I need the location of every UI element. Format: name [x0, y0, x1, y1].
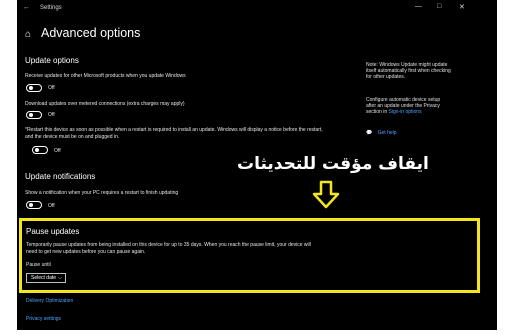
pause-updates-highlight — [19, 218, 480, 293]
close-button[interactable]: ✕ — [459, 3, 465, 11]
privacy-settings-link[interactable]: Privacy settings — [26, 316, 61, 322]
privacy-line: section in Sign-in options — [366, 109, 476, 115]
get-help-link[interactable]: Get help — [378, 130, 397, 136]
chat-icon: 💬 — [366, 130, 373, 136]
notifications-toggle[interactable] — [26, 201, 42, 209]
maximize-button[interactable]: □ — [437, 3, 441, 10]
toggle-knob — [29, 203, 33, 207]
receive-updates-toggle[interactable] — [26, 84, 42, 92]
toggle-knob — [35, 148, 39, 152]
title-bar: ← Settings — □ ✕ — [17, 0, 497, 16]
page-title: Advanced options — [41, 26, 141, 40]
note-line: for other updates. — [366, 74, 406, 81]
restart-state: Off — [54, 148, 61, 154]
delivery-optimization-link[interactable]: Delivery Optimization — [26, 298, 73, 304]
window-title: Settings — [40, 5, 62, 11]
toggle-knob — [29, 86, 33, 90]
restart-toggle[interactable] — [32, 146, 48, 154]
notifications-state: Off — [48, 203, 55, 209]
update-notifications-title: Update notifications — [25, 172, 96, 181]
minimize-button[interactable]: — — [415, 3, 422, 10]
get-help-row[interactable]: 💬 Get help — [366, 130, 476, 136]
metered-text: Download updates over metered connection… — [25, 101, 185, 107]
down-arrow-icon — [312, 180, 340, 209]
back-arrow-icon[interactable]: ← — [23, 4, 30, 11]
page-header: ⌂ Advanced options — [25, 26, 140, 40]
sidebar-privacy-note: Configure automatic device setup after a… — [366, 97, 476, 116]
sign-in-options-link[interactable]: Sign-in options — [389, 109, 422, 115]
notifications-text: Show a notification when your PC require… — [25, 190, 179, 196]
update-options-title: Update options — [25, 56, 79, 65]
arabic-annotation: ايقاف مؤقت للتحديثات — [237, 154, 429, 174]
home-icon[interactable]: ⌂ — [25, 29, 35, 40]
metered-toggle[interactable] — [26, 111, 42, 119]
receive-updates-state: Off — [48, 85, 55, 91]
sidebar-note: Note: Windows Update might update itself… — [366, 62, 476, 81]
restart-text-line2: and the device must be on and plugged in… — [25, 134, 120, 140]
receive-updates-text: Receive updates for other Microsoft prod… — [25, 73, 186, 79]
metered-state: Off — [48, 112, 55, 118]
privacy-prefix: section in — [366, 109, 388, 116]
restart-text-line1: *Restart this device as soon as possible… — [25, 127, 323, 133]
toggle-knob — [29, 113, 33, 117]
